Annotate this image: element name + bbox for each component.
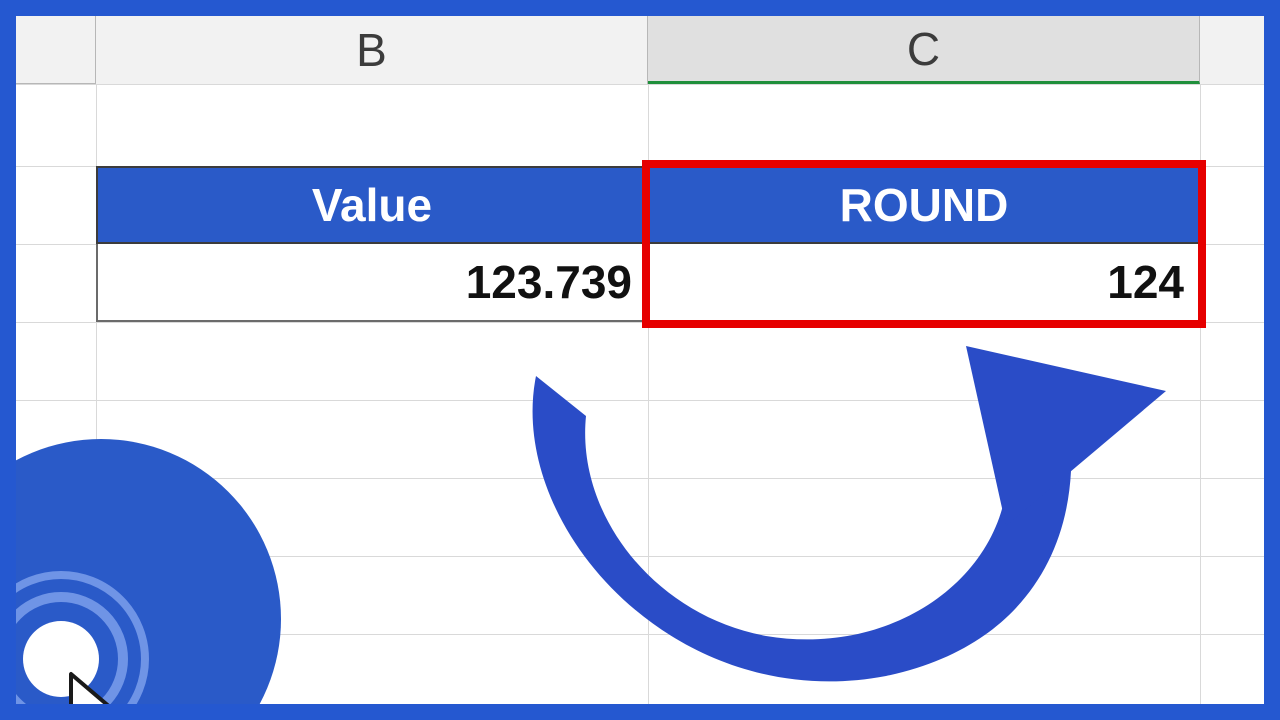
spreadsheet-area: B C Value ROUND 123.739 1 [16,16,1264,704]
input-value-text: 123.739 [466,255,632,309]
channel-logo-badge [16,439,281,704]
table-data-row: 123.739 124 [96,244,1200,322]
cell-rounded-value[interactable]: 124 [648,244,1200,322]
thumbnail-frame: B C Value ROUND 123.739 1 [0,0,1280,720]
data-table: Value ROUND 123.739 124 [96,166,1200,322]
header-value-label: Value [312,178,432,232]
header-cell-round[interactable]: ROUND [648,166,1200,244]
rounded-value-text: 124 [1107,255,1184,309]
header-round-label: ROUND [840,178,1009,232]
cursor-arrow-icon [61,669,151,704]
column-header-c[interactable]: C [648,16,1200,84]
column-header-row: B C [16,16,1264,84]
header-cell-value[interactable]: Value [96,166,648,244]
curved-up-arrow-icon [446,316,1166,704]
column-header-b[interactable]: B [96,16,648,84]
table-header-row: Value ROUND [96,166,1200,244]
column-header-next[interactable] [1200,16,1264,84]
column-b-label: B [356,23,387,77]
cell-input-value[interactable]: 123.739 [96,244,648,322]
column-c-label: C [907,22,940,76]
header-stub [16,16,96,84]
